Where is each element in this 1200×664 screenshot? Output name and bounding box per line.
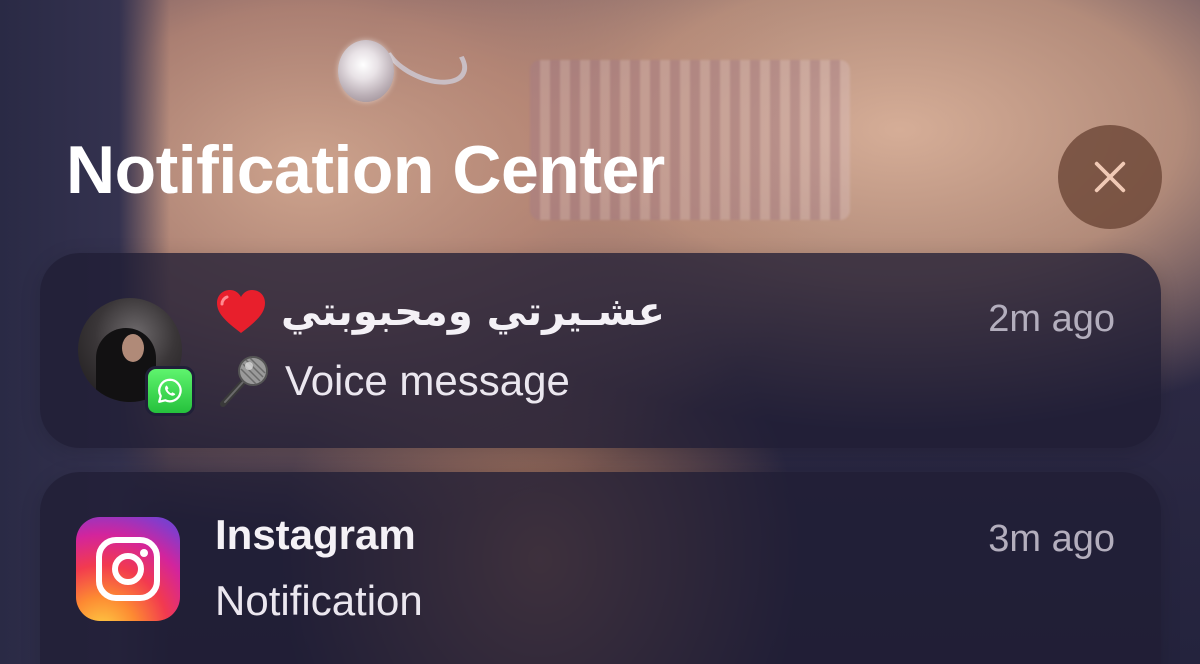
notification-time: 2m ago bbox=[988, 298, 1115, 340]
background-photo-ring bbox=[338, 40, 394, 102]
avatar-hand bbox=[122, 334, 144, 362]
close-icon bbox=[1094, 161, 1126, 193]
whatsapp-icon bbox=[145, 366, 195, 416]
notification-body-row: Voice message bbox=[215, 352, 570, 410]
notification-body: Voice message bbox=[285, 357, 570, 404]
notification-center-screen: Notification Center عشـيرتي ومحبوبتي 2m … bbox=[0, 0, 1200, 664]
notification-sender: عشـيرتي ومحبوبتي bbox=[281, 289, 666, 335]
notification-card-instagram[interactable]: Instagram 3m ago Notification bbox=[40, 472, 1161, 664]
microphone-icon bbox=[215, 352, 273, 410]
heart-icon bbox=[215, 289, 267, 335]
instagram-glyph bbox=[96, 537, 160, 601]
close-button[interactable] bbox=[1058, 125, 1162, 229]
page-title: Notification Center bbox=[66, 132, 665, 208]
notification-title-row: عشـيرتي ومحبوبتي bbox=[215, 289, 665, 335]
notification-app-name: Instagram bbox=[215, 511, 416, 558]
notification-time: 3m ago bbox=[988, 518, 1115, 560]
whatsapp-glyph bbox=[158, 378, 182, 403]
notification-body: Notification bbox=[215, 577, 423, 624]
notification-card-whatsapp[interactable]: عشـيرتي ومحبوبتي 2m ago Voice message bbox=[40, 253, 1161, 448]
instagram-icon bbox=[76, 517, 180, 621]
